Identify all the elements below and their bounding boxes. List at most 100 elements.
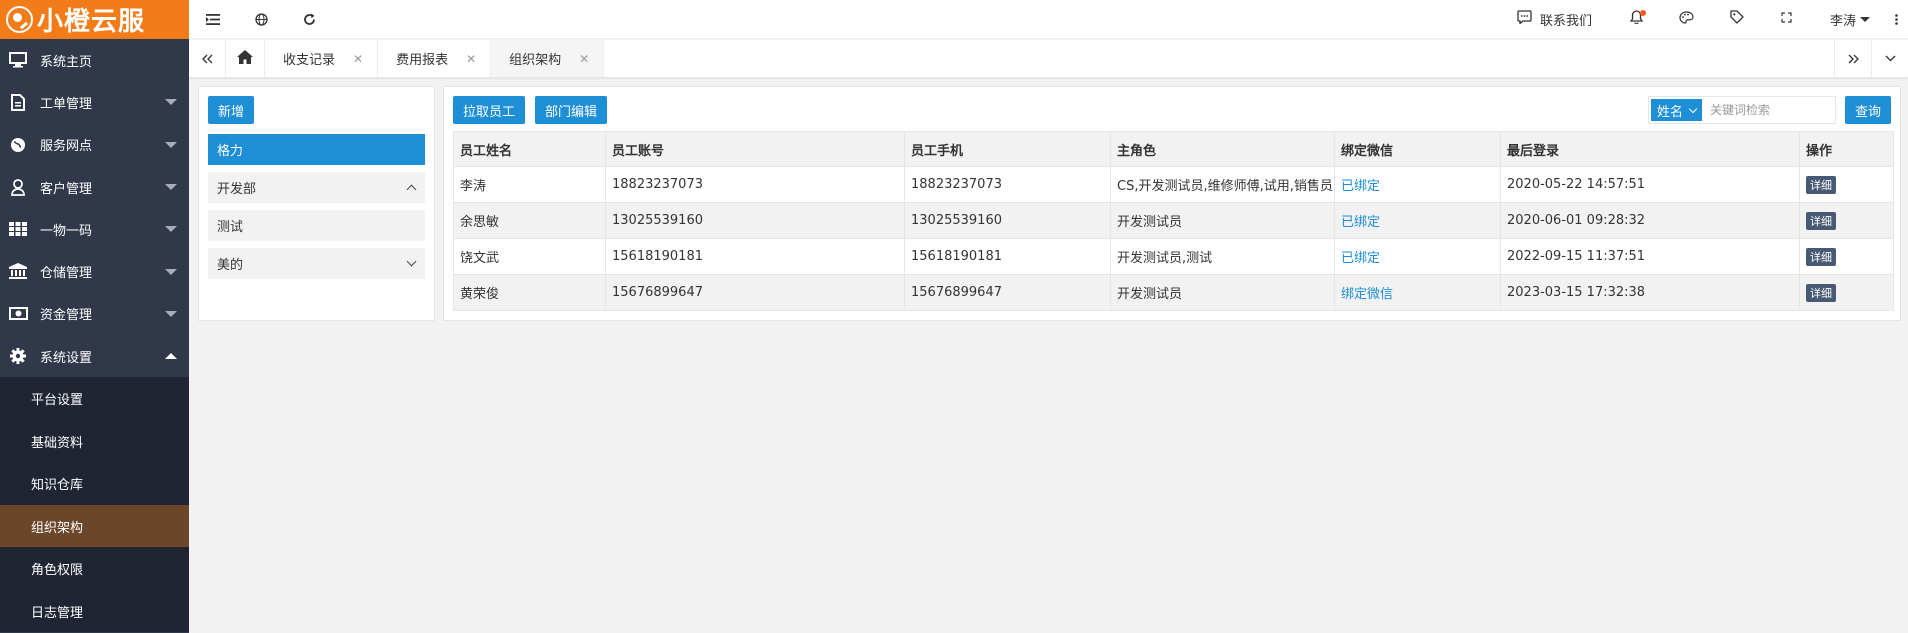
notification-button[interactable]: [1612, 0, 1662, 39]
submenu-item-roles[interactable]: 角色权限: [0, 547, 189, 590]
chevron-up-icon[interactable]: [406, 184, 417, 195]
fullscreen-button[interactable]: [1762, 0, 1812, 39]
detail-button[interactable]: 详细: [1806, 247, 1836, 266]
sidebar-item-service-points[interactable]: 服务网点: [0, 124, 189, 166]
tabs-scroll-left-icon[interactable]: [189, 40, 226, 77]
search-input[interactable]: [1702, 103, 1833, 117]
contact-us-link[interactable]: 联系我们: [1497, 10, 1612, 29]
department-panel: 新增 格力 开发部 测试 美的: [198, 86, 435, 321]
employee-phone: 15676899647: [904, 274, 1111, 311]
search-field-select[interactable]: 姓名: [1650, 99, 1702, 121]
wechat-bind-link[interactable]: 绑定微信: [1341, 287, 1393, 302]
action-cell: 详细: [1799, 166, 1894, 203]
close-icon[interactable]: ✕: [466, 52, 476, 66]
logo[interactable]: 小橙云服: [0, 0, 189, 39]
theme-button[interactable]: [1662, 0, 1712, 39]
detail-button[interactable]: 详细: [1806, 211, 1836, 230]
refresh-icon[interactable]: [285, 0, 333, 39]
sidebar-item-customers[interactable]: 客户管理: [0, 166, 189, 208]
detail-button[interactable]: 详细: [1806, 175, 1836, 194]
tab-label: 收支记录: [283, 53, 336, 68]
employee-phone: 13025539160: [904, 202, 1111, 239]
employee-role: CS,开发测试员,维修师傅,试用,销售员: [1110, 166, 1335, 203]
close-icon[interactable]: ✕: [579, 52, 589, 66]
tab-expense-report[interactable]: 费用报表 ✕: [378, 40, 492, 77]
menu-toggle-icon[interactable]: [189, 0, 237, 39]
notification-dot: [1639, 9, 1646, 16]
sidebar-item-label: 系统主页: [40, 54, 93, 70]
contact-us-label: 联系我们: [1539, 13, 1592, 29]
employee-name: 黄荣俊: [453, 274, 606, 311]
chevron-down-icon: [1688, 104, 1698, 113]
tabs-dropdown-icon[interactable]: [1871, 40, 1908, 77]
chevron-up-icon: [165, 353, 177, 360]
dept-item[interactable]: 美的: [208, 248, 425, 279]
dept-item[interactable]: 开发部: [208, 172, 425, 203]
chevron-down-icon[interactable]: [406, 256, 417, 267]
wechat-status-link[interactable]: 已绑定: [1341, 251, 1380, 266]
user-name: 李涛: [1829, 13, 1856, 29]
last-login: 2020-06-01 09:28:32: [1500, 202, 1800, 239]
fullscreen-icon: [1781, 11, 1793, 27]
logo-icon: [6, 6, 33, 33]
add-department-button[interactable]: 新增: [208, 96, 255, 124]
tab-organization[interactable]: 组织架构 ✕: [491, 40, 605, 77]
user-menu[interactable]: 李涛: [1812, 10, 1884, 29]
wechat-status-link[interactable]: 已绑定: [1341, 215, 1380, 230]
employee-account: 15676899647: [605, 274, 905, 311]
more-options-icon[interactable]: [1884, 13, 1908, 25]
pull-employees-button[interactable]: 拉取员工: [453, 96, 526, 124]
action-cell: 详细: [1799, 238, 1894, 275]
globe-icon: [8, 136, 28, 154]
sidebar-item-workorder[interactable]: 工单管理: [0, 81, 189, 123]
submenu-item-basic-data[interactable]: 基础资料: [0, 420, 189, 463]
dept-root-item[interactable]: 格力: [208, 134, 425, 165]
tag-icon: [1730, 10, 1744, 28]
dept-item[interactable]: 测试: [208, 210, 425, 241]
submenu-item-platform[interactable]: 平台设置: [0, 377, 189, 420]
tab-income-expense[interactable]: 收支记录 ✕: [265, 40, 379, 77]
close-icon[interactable]: ✕: [353, 52, 363, 66]
column-header: 操作: [1799, 131, 1894, 167]
tabs-scroll-right-icon[interactable]: [1834, 40, 1871, 77]
submenu-item-knowledge[interactable]: 知识仓库: [0, 462, 189, 505]
page-tabs: 收支记录 ✕ 费用报表 ✕ 组织架构 ✕: [189, 40, 1908, 78]
wechat-status-link[interactable]: 已绑定: [1341, 179, 1380, 194]
chevron-down-icon: [165, 310, 177, 317]
money-icon: [8, 305, 28, 323]
sidebar-item-home[interactable]: 系统主页: [0, 39, 189, 81]
grid-icon: [8, 220, 28, 238]
document-icon: [8, 93, 28, 111]
dept-item-label: 开发部: [217, 182, 257, 197]
sidebar-item-label: 客户管理: [40, 181, 93, 197]
tag-button[interactable]: [1712, 0, 1762, 39]
detail-button[interactable]: 详细: [1806, 283, 1836, 302]
search-box: 姓名: [1647, 96, 1836, 124]
user-icon: [8, 178, 28, 196]
edit-department-button[interactable]: 部门编辑: [535, 96, 608, 124]
sidebar-item-warehouse[interactable]: 仓储管理: [0, 250, 189, 292]
sidebar-item-label: 仓储管理: [40, 266, 93, 282]
employee-account: 15618190181: [605, 238, 905, 275]
sidebar-item-label: 一物一码: [40, 223, 93, 239]
employee-name: 饶文武: [453, 238, 606, 275]
submenu-item-logs[interactable]: 日志管理: [0, 590, 189, 633]
website-icon[interactable]: [237, 0, 285, 39]
chevron-down-icon: [165, 184, 177, 191]
table-row: 李涛 18823237073 18823237073 CS,开发测试员,维修师傅…: [453, 166, 1894, 203]
column-header: 员工账号: [605, 131, 905, 167]
submenu-item-organization[interactable]: 组织架构: [0, 504, 189, 548]
sidebar-item-qrcode[interactable]: 一物一码: [0, 208, 189, 250]
employee-phone: 18823237073: [904, 166, 1111, 203]
wechat-cell: 绑定微信: [1334, 274, 1501, 311]
employee-phone: 15618190181: [904, 238, 1111, 275]
sidebar-item-settings[interactable]: 系统设置: [0, 335, 189, 377]
home-tab[interactable]: [226, 40, 265, 77]
dept-item-label: 测试: [217, 220, 244, 235]
column-header: 最后登录: [1500, 131, 1800, 167]
chevron-down-icon: [165, 99, 177, 106]
column-header: 主角色: [1110, 131, 1335, 167]
sidebar-item-funds[interactable]: 资金管理: [0, 293, 189, 335]
query-button[interactable]: 查询: [1844, 96, 1891, 124]
employee-table: 员工姓名 员工账号 员工手机 主角色 绑定微信 最后登录 操作 李涛 18823…: [453, 131, 1894, 311]
